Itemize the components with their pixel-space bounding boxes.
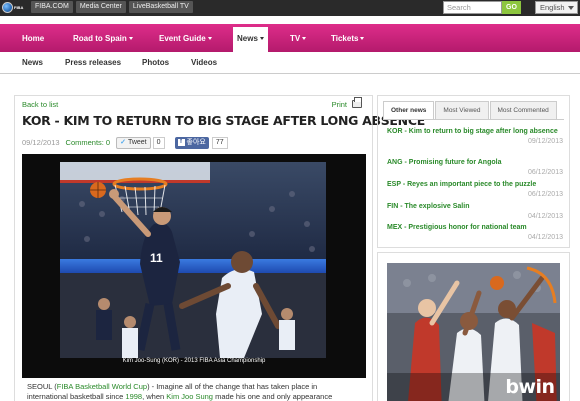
news-item[interactable]: KOR - Kim to return to big stage after l… [387, 126, 563, 147]
news-item-title[interactable]: ESP - Reyes an important piece to the pu… [387, 179, 563, 190]
nav-news[interactable]: News [233, 27, 268, 52]
fiba-logo[interactable]: FIBA [2, 1, 28, 14]
tab-most-commented[interactable]: Most Commented [489, 101, 557, 119]
language-label: English [540, 3, 565, 12]
tab-most-viewed[interactable]: Most Viewed [435, 101, 489, 119]
print-link[interactable]: Print [332, 100, 347, 109]
chevron-down-icon [360, 37, 365, 41]
subnav-press-releases[interactable]: Press releases [65, 52, 121, 74]
nav-road-to-spain[interactable]: Road to Spain [73, 24, 133, 52]
news-item-date: 04/12/2013 [527, 234, 563, 241]
news-item-date: 06/12/2013 [527, 191, 563, 198]
nav-event-guide[interactable]: Event Guide [159, 24, 212, 52]
news-item[interactable]: ANG - Promising future for Angola 06/12/… [387, 157, 563, 178]
tweet-count: 0 [152, 136, 165, 149]
news-item-title[interactable]: MEX - Prestigious honor for national tea… [387, 222, 563, 233]
nav-tv[interactable]: TV [290, 24, 307, 52]
news-item-title[interactable]: FIN - The explosive Salin [387, 201, 563, 212]
svg-text:11: 11 [150, 251, 163, 265]
ad-box: bwin [377, 252, 570, 401]
sub-nav: News Press releases Photos Videos [0, 52, 580, 74]
article-title: KOR - KIM TO RETURN TO BIG STAGE AFTER L… [22, 113, 425, 128]
subnav-news[interactable]: News [22, 52, 43, 74]
news-item-title[interactable]: KOR - Kim to return to big stage after l… [387, 126, 563, 137]
news-item-date: 04/12/2013 [527, 213, 563, 220]
logo-text: FIBA [14, 4, 24, 10]
chevron-down-icon [302, 37, 307, 41]
year-1998-link[interactable]: 1998 [125, 392, 142, 401]
news-item-date: 09/12/2013 [527, 138, 563, 145]
facebook-like-count: 77 [211, 136, 228, 149]
chevron-down-icon [259, 37, 264, 41]
nav-home[interactable]: Home [22, 24, 44, 52]
article-date: 09/12/2013 [22, 138, 60, 147]
subnav-videos[interactable]: Videos [191, 52, 217, 74]
back-to-list-link[interactable]: Back to list [22, 100, 58, 109]
news-tabs: Other news Most Viewed Most Commented [383, 101, 558, 119]
article-body-line-2: international basketball since 1998, whe… [27, 392, 333, 401]
tweet-button[interactable]: ✓ Tweet [116, 136, 151, 149]
subnav-photos[interactable]: Photos [142, 52, 169, 74]
toplink-livebasketball-tv[interactable]: LiveBasketball TV [128, 1, 193, 13]
comments-count[interactable]: 0 [106, 138, 110, 147]
bwin-ad-banner[interactable]: bwin [387, 263, 560, 401]
chevron-down-icon [128, 37, 133, 41]
tab-other-news[interactable]: Other news [383, 101, 435, 119]
tab-divider [383, 119, 564, 120]
twitter-bird-icon: ✓ [120, 138, 126, 146]
photo-caption: Kim Joo-Sung (KOR) - 2013 FIBA Asia Cham… [122, 358, 266, 364]
printer-icon[interactable] [352, 97, 362, 108]
facebook-icon: f [177, 139, 185, 146]
facebook-like-button[interactable]: f 좋아요 [174, 136, 209, 149]
main-nav: Home Road to Spain Event Guide News TV T… [0, 24, 580, 52]
news-item-date: 06/12/2013 [527, 169, 563, 176]
world-cup-link[interactable]: FIBA Basketball World Cup [57, 382, 147, 391]
basketball-icon [2, 2, 13, 13]
toplink-media-center[interactable]: Media Center [75, 1, 126, 13]
news-item[interactable]: ESP - Reyes an important piece to the pu… [387, 179, 563, 200]
article-photo[interactable]: 11 Kim Joo-Sung (KOR) - 2013 FIBA Asia C… [22, 154, 366, 378]
article-meta: 09/12/2013 Comments: 0 ✓ Tweet 0 f 좋아요 77 [22, 136, 228, 149]
chevron-down-icon [207, 37, 212, 41]
article-body-line-1: SEOUL (FIBA Basketball World Cup) - Imag… [27, 382, 318, 391]
news-item[interactable]: MEX - Prestigious honor for national tea… [387, 222, 563, 243]
news-item[interactable]: FIN - The explosive Salin 04/12/2013 [387, 201, 563, 222]
news-item-title[interactable]: ANG - Promising future for Angola [387, 157, 563, 168]
nav-tickets[interactable]: Tickets [331, 24, 365, 52]
search-input[interactable]: Search [443, 1, 502, 14]
basketball-photo-image: 11 [60, 162, 326, 358]
kim-joo-sung-link[interactable]: Kim Joo Sung [166, 392, 213, 401]
top-bar: FIBA FIBA.COM Media Center LiveBasketbal… [0, 0, 580, 16]
search-go-button[interactable]: GO [502, 1, 521, 14]
language-select[interactable]: English [535, 1, 578, 14]
comments-link[interactable]: Comments: [66, 138, 104, 147]
toplink-fiba-com[interactable]: FIBA.COM [31, 1, 73, 13]
article-body: SEOUL (FIBA Basketball World Cup) - Imag… [27, 382, 367, 401]
chevron-down-icon [568, 6, 574, 10]
article: Back to list Print KOR - KIM TO RETURN T… [14, 95, 425, 401]
bwin-logo: bwin [505, 376, 555, 398]
sidebar-news-box: Other news Most Viewed Most Commented KO… [377, 95, 570, 248]
